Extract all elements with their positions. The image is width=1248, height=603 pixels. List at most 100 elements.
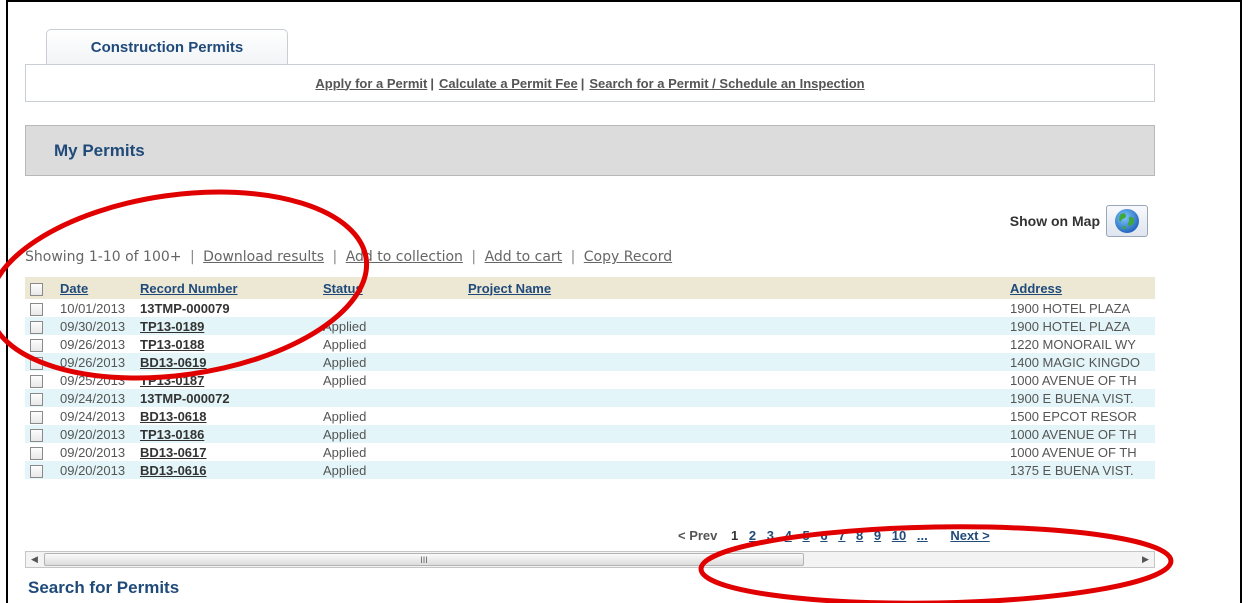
row-checkbox[interactable] bbox=[30, 392, 43, 406]
cell-status bbox=[323, 299, 468, 317]
cell-project bbox=[468, 299, 1010, 317]
cell-address: 1500 EPCOT RESOR bbox=[1010, 408, 1137, 424]
cell-project bbox=[468, 389, 1010, 407]
my-permits-header: My Permits bbox=[25, 125, 1155, 176]
record-link[interactable]: TP13-0189 bbox=[140, 317, 323, 335]
cell-date: 10/01/2013 bbox=[60, 300, 126, 316]
show-on-map-label: Show on Map bbox=[1009, 213, 1100, 229]
cell-status: Applied bbox=[323, 444, 367, 460]
cell-date: 09/20/2013 bbox=[60, 426, 126, 442]
download-results-link[interactable]: Download results bbox=[203, 249, 324, 265]
record-link[interactable]: BD13-0618 bbox=[140, 407, 323, 425]
cell-address: 1900 E BUENA VIST. bbox=[1010, 390, 1134, 406]
cell-record: 13TMP-000072 bbox=[140, 390, 230, 406]
select-all-checkbox[interactable] bbox=[30, 282, 43, 296]
row-checkbox[interactable] bbox=[30, 338, 43, 352]
cell-project bbox=[468, 317, 1010, 335]
cell-project bbox=[468, 407, 1010, 425]
cell-address: 1900 HOTEL PLAZA bbox=[1010, 318, 1131, 334]
record-link[interactable]: TP13-0187 bbox=[140, 371, 323, 389]
page-link[interactable]: 10 bbox=[892, 528, 906, 543]
add-to-collection-link[interactable]: Add to collection bbox=[346, 249, 463, 265]
table-row: 09/20/2013 BD13-0617 Applied 1000 AVENUE… bbox=[25, 443, 1155, 461]
cell-address: 1375 E BUENA VIST. bbox=[1010, 462, 1134, 478]
column-address[interactable]: Address bbox=[1010, 277, 1155, 299]
cell-date: 09/30/2013 bbox=[60, 318, 126, 334]
record-link[interactable]: BD13-0616 bbox=[140, 461, 323, 479]
cell-address: 1000 AVENUE OF TH bbox=[1010, 372, 1137, 388]
cell-status: Applied bbox=[323, 408, 367, 424]
page-link[interactable]: 4 bbox=[785, 528, 792, 543]
page-link[interactable]: 3 bbox=[767, 528, 774, 543]
record-link[interactable]: TP13-0186 bbox=[140, 425, 323, 443]
row-checkbox[interactable] bbox=[30, 428, 43, 442]
permit-subnav: Apply for a Permit | Calculate a Permit … bbox=[25, 64, 1155, 102]
separator: | bbox=[471, 249, 477, 265]
cell-date: 09/20/2013 bbox=[60, 462, 126, 478]
scroll-right-arrow-icon[interactable]: ▶ bbox=[1137, 552, 1154, 567]
cell-status bbox=[323, 389, 468, 407]
apply-permit-link[interactable]: Apply for a Permit bbox=[315, 76, 427, 91]
cell-project bbox=[468, 425, 1010, 443]
record-link[interactable]: BD13-0617 bbox=[140, 443, 323, 461]
add-to-cart-link[interactable]: Add to cart bbox=[485, 249, 563, 265]
search-permit-link[interactable]: Search for a Permit / Schedule an Inspec… bbox=[589, 76, 864, 91]
column-project-name[interactable]: Project Name bbox=[468, 277, 1010, 299]
page-link[interactable]: 7 bbox=[838, 528, 845, 543]
table-row: 09/24/2013 13TMP-000072 1900 E BUENA VIS… bbox=[25, 389, 1155, 407]
page-current: 1 bbox=[731, 528, 739, 543]
column-status[interactable]: Status bbox=[323, 277, 468, 299]
separator: | bbox=[570, 249, 576, 265]
page-link[interactable]: 8 bbox=[856, 528, 863, 543]
horizontal-scrollbar[interactable]: ◀ III ▶ bbox=[25, 551, 1155, 568]
cell-address: 1000 AVENUE OF TH bbox=[1010, 426, 1137, 442]
row-checkbox[interactable] bbox=[30, 464, 43, 478]
row-checkbox[interactable] bbox=[30, 446, 43, 460]
search-permits-heading: Search for Permits bbox=[28, 578, 180, 597]
scrollbar-thumb[interactable]: III bbox=[44, 553, 804, 566]
scrollbar-grip: III bbox=[420, 554, 428, 565]
row-checkbox[interactable] bbox=[30, 356, 43, 370]
table-row: 10/01/2013 13TMP-000079 1900 HOTEL PLAZA bbox=[25, 299, 1155, 317]
cell-status: Applied bbox=[323, 372, 367, 388]
cell-project bbox=[468, 353, 1010, 371]
scroll-left-arrow-icon[interactable]: ◀ bbox=[26, 552, 43, 567]
cell-date: 09/24/2013 bbox=[60, 408, 126, 424]
cell-date: 09/26/2013 bbox=[60, 336, 126, 352]
table-row: 09/26/2013 TP13-0188 Applied 1220 MONORA… bbox=[25, 335, 1155, 353]
tab-construction-permits[interactable]: Construction Permits bbox=[46, 29, 288, 65]
page-link[interactable]: 5 bbox=[802, 528, 809, 543]
separator: | bbox=[189, 249, 195, 265]
table-row: 09/20/2013 TP13-0186 Applied 1000 AVENUE… bbox=[25, 425, 1155, 443]
pagination: < Prev 1 2 3 4 5 6 7 8 9 10 ... Next > bbox=[678, 528, 997, 546]
row-checkbox[interactable] bbox=[30, 302, 43, 316]
cell-project bbox=[468, 371, 1010, 389]
cell-project bbox=[468, 461, 1010, 479]
column-date[interactable]: Date bbox=[60, 277, 140, 299]
cell-status: Applied bbox=[323, 354, 367, 370]
cell-date: 09/25/2013 bbox=[60, 372, 126, 388]
cell-status: Applied bbox=[323, 336, 367, 352]
row-checkbox[interactable] bbox=[30, 320, 43, 334]
table-row: 09/25/2013 TP13-0187 Applied 1000 AVENUE… bbox=[25, 371, 1155, 389]
column-record-number[interactable]: Record Number bbox=[140, 277, 323, 299]
cell-status: Applied bbox=[323, 462, 367, 478]
record-link[interactable]: TP13-0188 bbox=[140, 335, 323, 353]
cell-record: 13TMP-000079 bbox=[140, 300, 230, 316]
next-page-link[interactable]: Next > bbox=[950, 528, 989, 543]
cell-date: 09/20/2013 bbox=[60, 444, 126, 460]
row-checkbox[interactable] bbox=[30, 410, 43, 424]
show-on-map-button[interactable] bbox=[1106, 205, 1148, 237]
cell-address: 1900 HOTEL PLAZA bbox=[1010, 300, 1131, 316]
page-link[interactable]: 2 bbox=[749, 528, 756, 543]
separator: | bbox=[580, 75, 585, 91]
calculate-fee-link[interactable]: Calculate a Permit Fee bbox=[439, 76, 578, 91]
results-count: Showing 1-10 of 100+ bbox=[25, 249, 182, 265]
row-checkbox[interactable] bbox=[30, 374, 43, 388]
page-ellipsis[interactable]: ... bbox=[917, 528, 928, 543]
copy-record-link[interactable]: Copy Record bbox=[584, 249, 672, 265]
cell-project bbox=[468, 335, 1010, 353]
page-link[interactable]: 9 bbox=[874, 528, 881, 543]
record-link[interactable]: BD13-0619 bbox=[140, 353, 323, 371]
page-link[interactable]: 6 bbox=[820, 528, 827, 543]
